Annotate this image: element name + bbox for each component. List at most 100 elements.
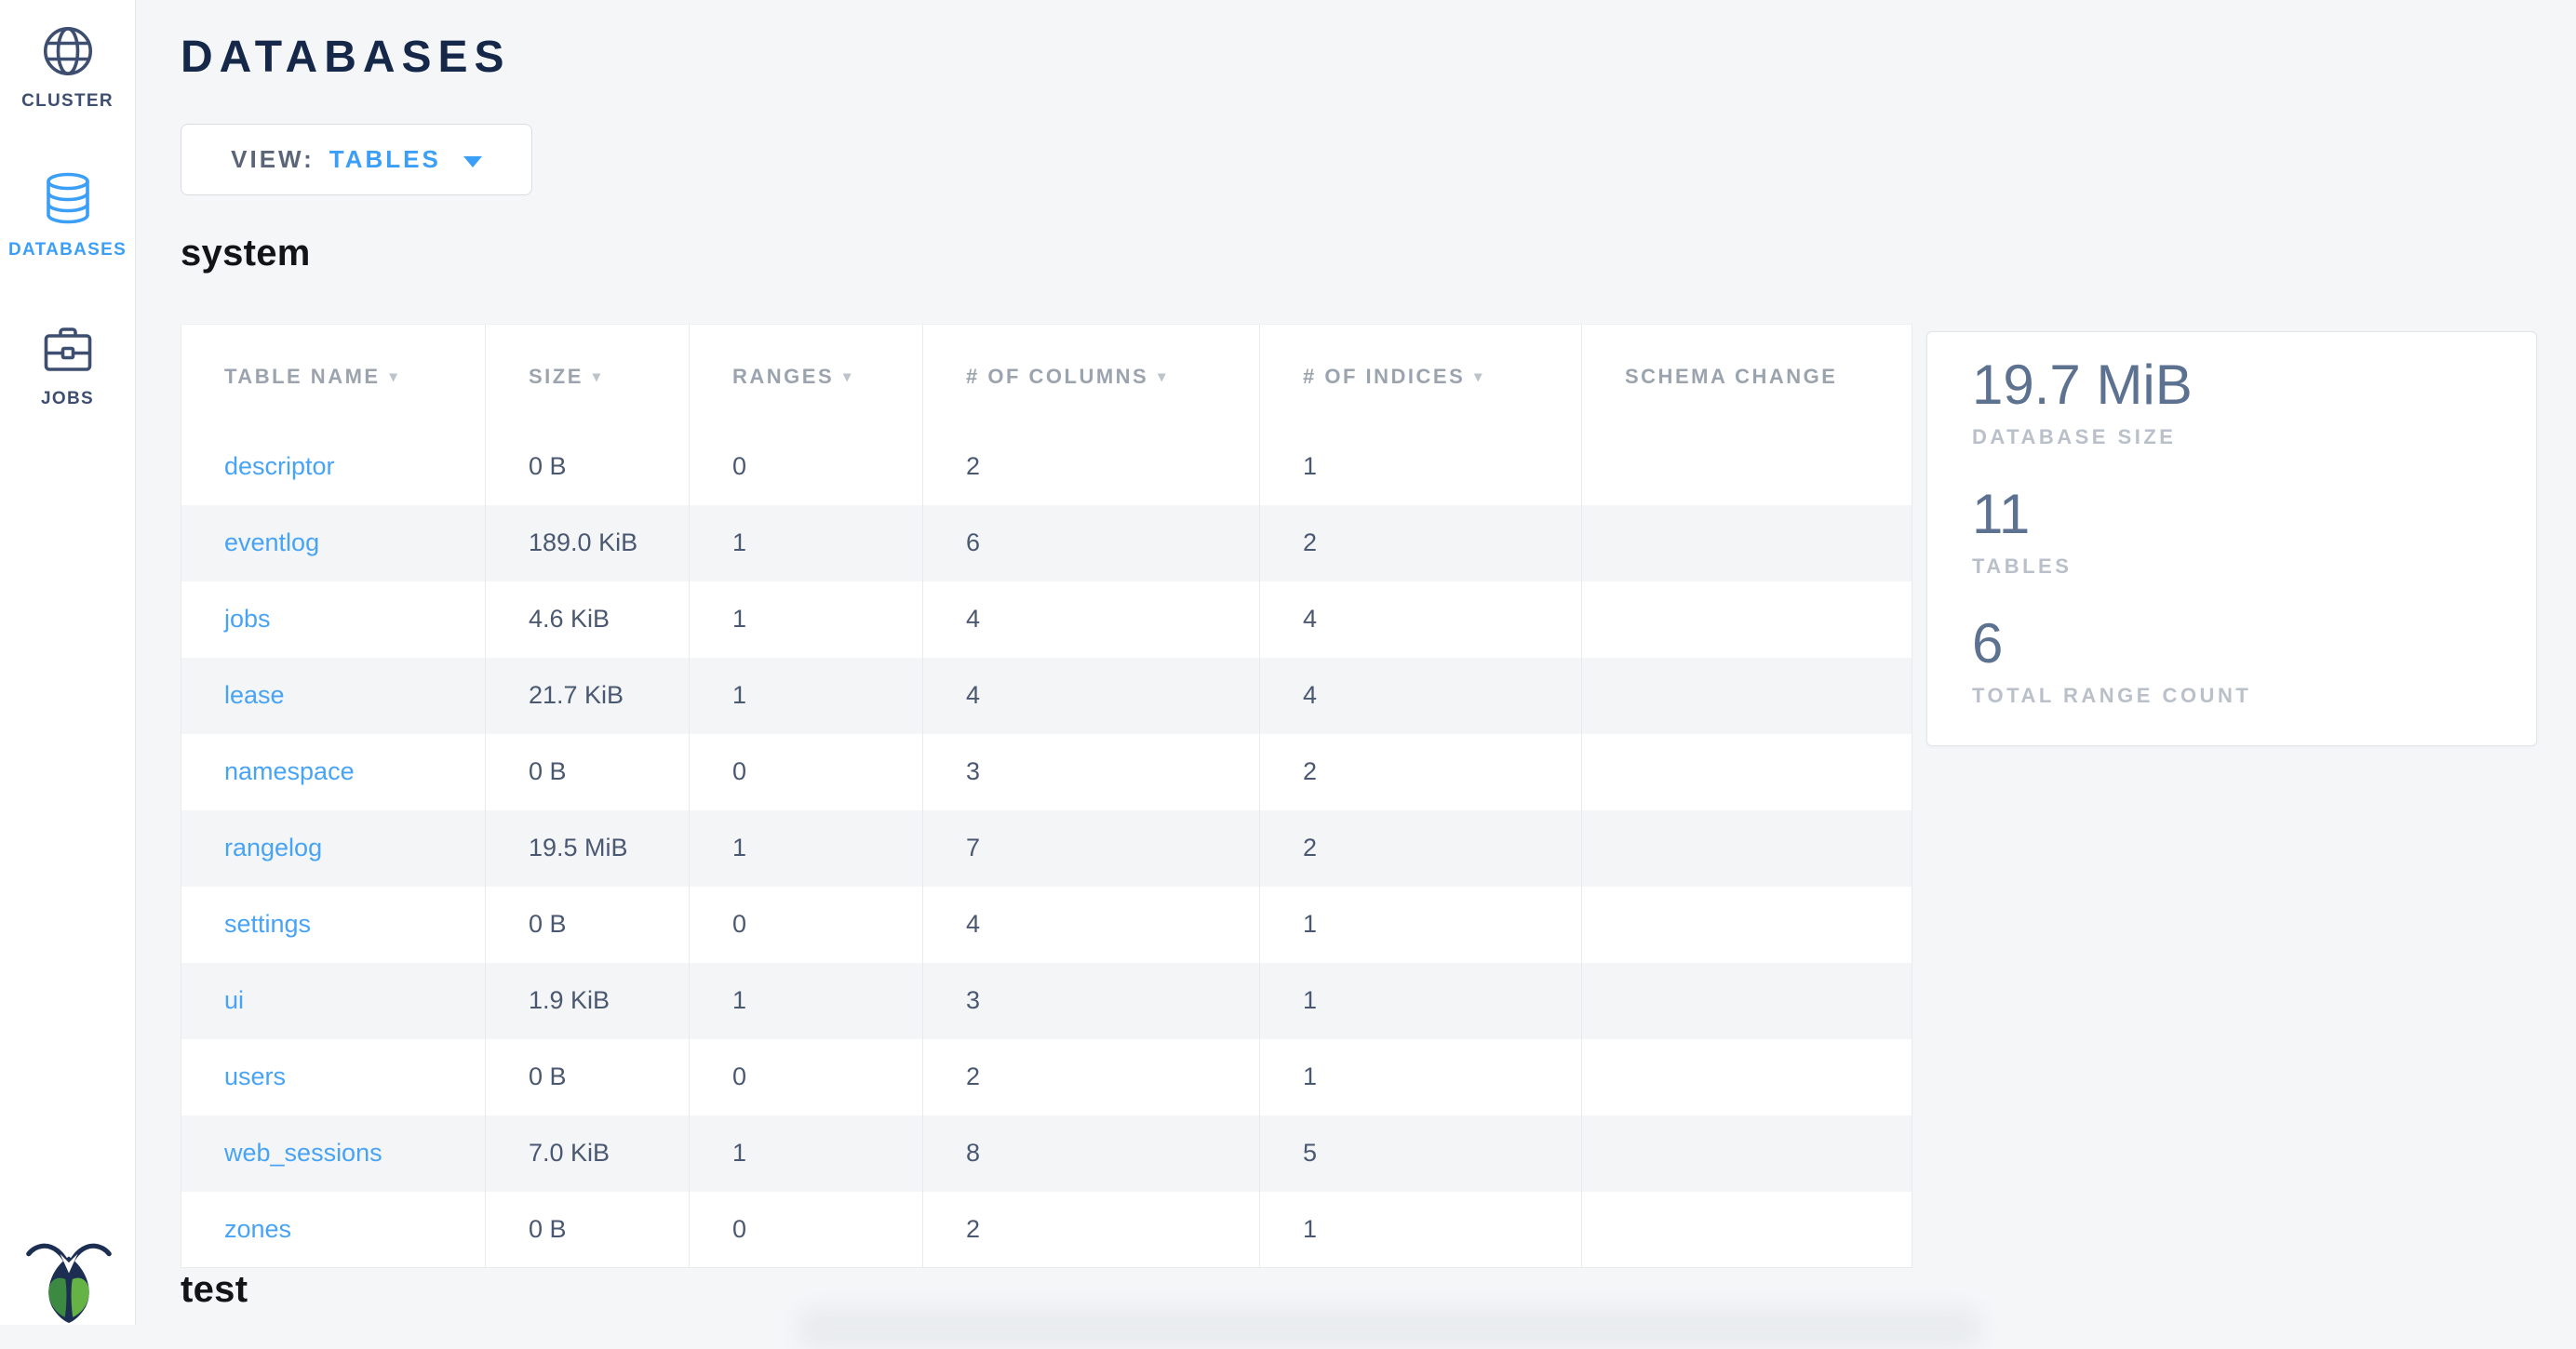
table-header: TABLE NAME▾ SIZE▾ RANGES▾ # OF COLUMNS▾ …	[181, 325, 1912, 429]
size-cell: 4.6 KiB	[486, 581, 690, 658]
table-row: namespace 0 B 0 3 2	[181, 734, 1912, 810]
indices-count-cell: 2	[1260, 505, 1582, 581]
schema-change-cell	[1582, 581, 1912, 658]
dropdown-caret-icon	[463, 156, 482, 167]
table-name-link[interactable]: lease	[224, 681, 285, 709]
table-name-link[interactable]: ui	[224, 986, 244, 1014]
database-section-title-test: test	[181, 1269, 248, 1311]
indices-count-cell: 1	[1260, 887, 1582, 963]
column-header-size[interactable]: SIZE▾	[486, 325, 690, 429]
globe-icon	[42, 22, 94, 80]
size-cell: 19.5 MiB	[486, 810, 690, 887]
table-row: lease 21.7 KiB 1 4 4	[181, 658, 1912, 734]
columns-count-cell: 2	[923, 1192, 1260, 1268]
size-cell: 0 B	[486, 887, 690, 963]
page-title: DATABASES	[181, 32, 511, 83]
table-name-cell: namespace	[181, 734, 486, 810]
column-header-columns[interactable]: # OF COLUMNS▾	[923, 325, 1260, 429]
table-name-cell: descriptor	[181, 429, 486, 505]
view-selector-label: VIEW:	[231, 145, 315, 174]
table-name-cell: rangelog	[181, 810, 486, 887]
database-icon	[42, 171, 94, 229]
size-cell: 21.7 KiB	[486, 658, 690, 734]
table-name-cell: zones	[181, 1192, 486, 1268]
view-selector-dropdown[interactable]: VIEW: TABLES	[181, 124, 532, 195]
size-cell: 1.9 KiB	[486, 963, 690, 1039]
size-cell: 0 B	[486, 1192, 690, 1268]
ranges-cell: 1	[690, 581, 923, 658]
table-row: descriptor 0 B 0 2 1	[181, 429, 1912, 505]
main-content: DATABASES VIEW: TABLES system TABLE NAME…	[136, 0, 2576, 1325]
columns-count-cell: 3	[923, 963, 1260, 1039]
sidebar-item-cluster[interactable]: CLUSTER	[0, 22, 135, 112]
schema-change-cell	[1582, 1192, 1912, 1268]
sidebar: CLUSTER DATABASES JOBS	[0, 0, 136, 1325]
ranges-cell: 1	[690, 658, 923, 734]
table-body: descriptor 0 B 0 2 1 eventlog 189.0 KiB …	[181, 429, 1912, 1268]
columns-count-cell: 4	[923, 658, 1260, 734]
table-name-link[interactable]: users	[224, 1062, 286, 1090]
columns-count-cell: 4	[923, 887, 1260, 963]
ranges-cell: 0	[690, 1039, 923, 1115]
table-row: rangelog 19.5 MiB 1 7 2	[181, 810, 1912, 887]
indices-count-cell: 1	[1260, 963, 1582, 1039]
sort-caret-icon: ▾	[390, 369, 400, 385]
range-count-stat: 6 TOTAL RANGE COUNT	[1972, 613, 2536, 708]
database-summary-card: 19.7 MiB DATABASE SIZE 11 TABLES 6 TOTAL…	[1926, 331, 2537, 746]
table-row: zones 0 B 0 2 1	[181, 1192, 1912, 1268]
ranges-cell: 0	[690, 429, 923, 505]
range-count-label: TOTAL RANGE COUNT	[1972, 684, 2536, 708]
column-header-indices[interactable]: # OF INDICES▾	[1260, 325, 1582, 429]
table-row: ui 1.9 KiB 1 3 1	[181, 963, 1912, 1039]
column-header-table-name[interactable]: TABLE NAME▾	[181, 325, 486, 429]
schema-change-cell	[1582, 1115, 1912, 1192]
table-name-cell: jobs	[181, 581, 486, 658]
columns-count-cell: 3	[923, 734, 1260, 810]
columns-count-cell: 4	[923, 581, 1260, 658]
sidebar-item-jobs[interactable]: JOBS	[0, 320, 135, 409]
schema-change-cell	[1582, 963, 1912, 1039]
table-name-link[interactable]: rangelog	[224, 834, 322, 861]
cockroachdb-logo-icon	[24, 1235, 114, 1323]
columns-count-cell: 8	[923, 1115, 1260, 1192]
system-tables-table: TABLE NAME▾ SIZE▾ RANGES▾ # OF COLUMNS▾ …	[181, 324, 1912, 1268]
table-name-cell: ui	[181, 963, 486, 1039]
offscreen-table-shadow	[798, 1308, 1980, 1349]
database-size-label: DATABASE SIZE	[1972, 425, 2536, 449]
size-cell: 0 B	[486, 429, 690, 505]
size-cell: 0 B	[486, 1039, 690, 1115]
schema-change-cell	[1582, 734, 1912, 810]
indices-count-cell: 4	[1260, 658, 1582, 734]
table-name-cell: lease	[181, 658, 486, 734]
table-row: eventlog 189.0 KiB 1 6 2	[181, 505, 1912, 581]
database-size-value: 19.7 MiB	[1972, 354, 2536, 416]
ranges-cell: 0	[690, 887, 923, 963]
table-name-link[interactable]: zones	[224, 1215, 291, 1243]
table-name-link[interactable]: web_sessions	[224, 1139, 382, 1167]
table-row: jobs 4.6 KiB 1 4 4	[181, 581, 1912, 658]
table-name-link[interactable]: eventlog	[224, 528, 319, 556]
table-name-link[interactable]: jobs	[224, 605, 271, 633]
table-name-cell: eventlog	[181, 505, 486, 581]
column-header-schema-change: SCHEMA CHANGE	[1582, 325, 1912, 429]
sidebar-item-databases[interactable]: DATABASES	[0, 171, 135, 260]
table-name-cell: users	[181, 1039, 486, 1115]
range-count-value: 6	[1972, 613, 2536, 674]
table-name-link[interactable]: settings	[224, 910, 311, 938]
ranges-cell: 1	[690, 1115, 923, 1192]
columns-count-cell: 2	[923, 1039, 1260, 1115]
schema-change-cell	[1582, 429, 1912, 505]
table-name-link[interactable]: descriptor	[224, 452, 335, 480]
column-header-ranges[interactable]: RANGES▾	[690, 325, 923, 429]
table-name-link[interactable]: namespace	[224, 757, 355, 785]
indices-count-cell: 1	[1260, 1039, 1582, 1115]
table-name-cell: settings	[181, 887, 486, 963]
database-size-stat: 19.7 MiB DATABASE SIZE	[1972, 354, 2536, 449]
ranges-cell: 1	[690, 505, 923, 581]
indices-count-cell: 4	[1260, 581, 1582, 658]
ranges-cell: 1	[690, 963, 923, 1039]
columns-count-cell: 2	[923, 429, 1260, 505]
sidebar-item-label: DATABASES	[8, 240, 127, 260]
indices-count-cell: 2	[1260, 734, 1582, 810]
schema-change-cell	[1582, 505, 1912, 581]
